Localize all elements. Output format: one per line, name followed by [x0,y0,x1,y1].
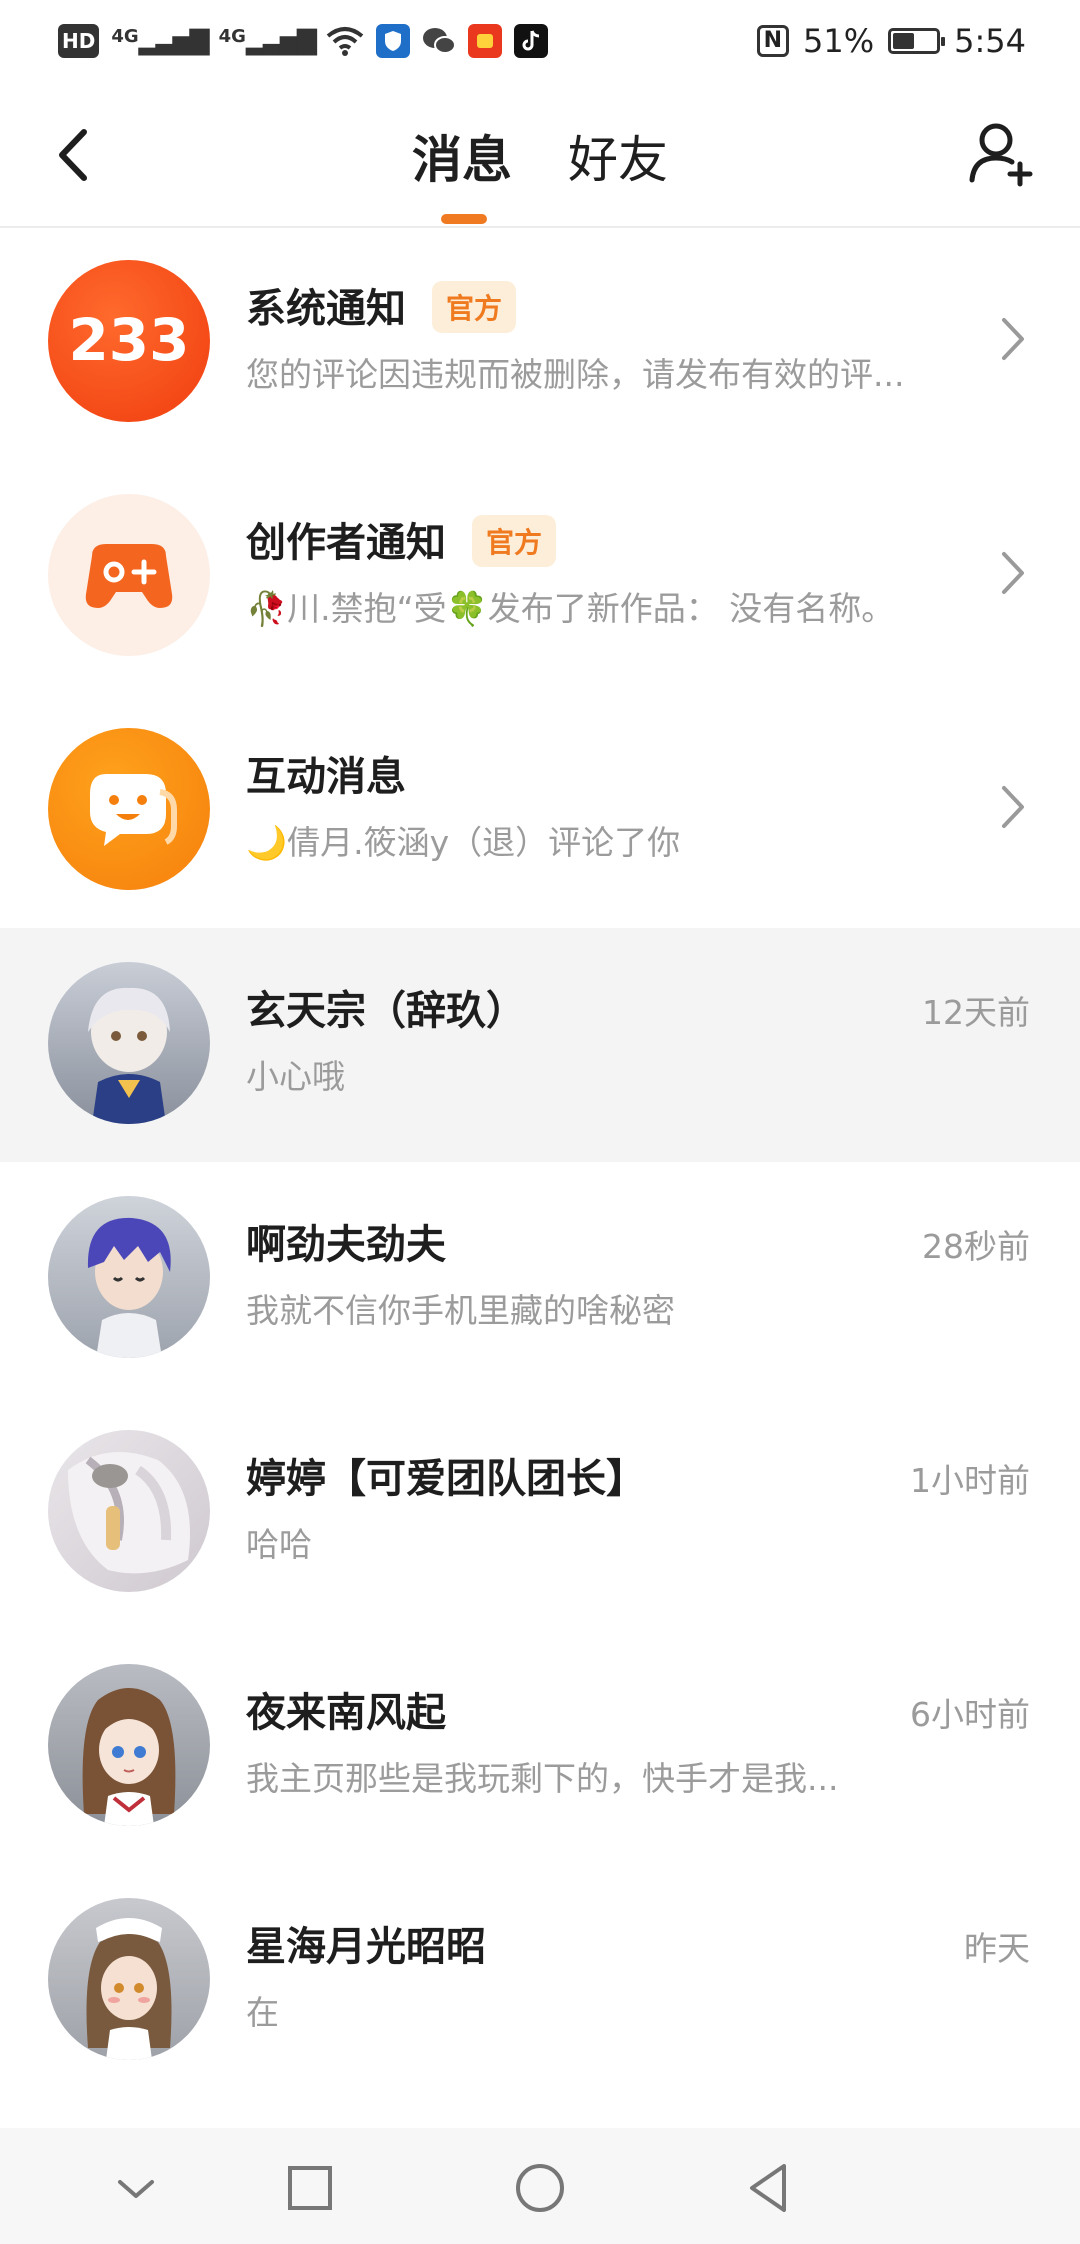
status-icons-right: N 51% 5:54 [756,18,1026,64]
home-circle-icon[interactable] [510,2158,570,2218]
chat-time: 28秒前 [922,1227,1030,1266]
wifi-icon [326,27,364,56]
battery-icon [888,28,946,54]
system-notice-avatar: 233 [48,260,210,422]
hd-icon: HD [58,24,100,58]
chevron-right-icon [1002,318,1024,360]
chat-preview: 我主页那些是我玩剩下的，快手才是我... [246,1759,839,1798]
chat-preview: 在 [246,1993,279,2032]
chat-item[interactable]: 玄天宗（辞玖） 小心哦 12天前 [0,928,1080,1162]
battery-percent: 51% [803,22,875,60]
signal-4g-label: 4G [218,26,246,47]
chat-item[interactable]: 啊劲夫劲夫 我就不信你手机里藏的啥秘密 28秒前 [0,1162,1080,1396]
avatar [48,1664,210,1826]
shield-app-icon [375,24,410,58]
recents-square-icon[interactable] [280,2158,340,2218]
character-avatar-image [87,1217,171,1358]
chat-item[interactable]: 夜来南风起 我主页那些是我玩剩下的，快手才是我... 6小时前 [0,1630,1080,1864]
chat-item[interactable]: 星海月光昭昭 在 昨天 [0,1864,1080,2098]
system-notice-preview: 您的评论因违规而被删除，请发布有效的评... [246,355,905,394]
character-avatar-image [88,987,170,1124]
creator-notice-title-text: 创作者通知 [246,520,446,566]
creator-notice-item[interactable]: 创作者通知 官方 🥀川.禁抱“受🍀发布了新作品： 没有名称。 [0,460,1080,694]
avatar [48,1430,210,1592]
chat-bubble-smile-icon [90,774,177,846]
signal-4g-icon: 4G▂▃▅▇ [111,26,209,56]
gamepad-icon [85,544,173,608]
avatar-233-text: 233 [68,306,189,374]
top-nav: 消息 好友 [0,82,1080,228]
system-notice-title: 系统通知 官方 [246,276,517,337]
chat-name: 夜来南风起 [246,1690,446,1736]
chat-item[interactable]: 婷婷【可爱团队团长】 哈哈 1小时前 [0,1396,1080,1630]
interaction-messages-avatar [48,728,210,890]
chat-name: 婷婷【可爱团队团长】 [246,1456,646,1502]
battery-level [893,33,915,49]
system-notice-title-text: 系统通知 [246,286,406,332]
avatar [48,1196,210,1358]
chat-time: 1小时前 [910,1461,1030,1500]
message-list: 233 系统通知 官方 您的评论因违规而被删除，请发布有效的评... 创作者通知官… [0,226,1080,2098]
avatar [48,1898,210,2060]
chat-time: 12天前 [922,993,1030,1032]
signal-4g-label: 4G [111,26,139,47]
status-icons-left: HD 4G▂▃▅▇ 4G▂▃▅▇ [58,18,548,64]
character-avatar-image [86,1918,172,2060]
logo-233-icon: 233 [68,306,189,374]
interaction-messages-preview: 🌙倩月.筱涵y（退）评论了你 [246,823,681,862]
clock: 5:54 [954,22,1026,60]
nfc-icon: N [756,25,790,57]
creator-notice-avatar [48,494,210,656]
back-button[interactable] [44,120,104,190]
chat-time: 6小时前 [910,1695,1030,1734]
tab-messages[interactable]: 消息 [412,120,512,192]
chat-name: 星海月光昭昭 [246,1924,486,1970]
chat-preview: 小心哦 [246,1057,345,1096]
chevron-right-icon [1002,786,1024,828]
status-bar: HD 4G▂▃▅▇ 4G▂▃▅▇ N 51% 5:54 [0,0,1080,82]
system-navigation-bar [0,2128,1080,2244]
interaction-messages-title: 互动消息 [246,754,406,800]
chat-preview: 哈哈 [246,1525,312,1564]
creator-notice-preview: 🥀川.禁抱“受🍀发布了新作品： 没有名称。 [246,589,895,628]
add-friend-button[interactable] [966,118,1036,188]
avatar [48,962,210,1124]
wechat-icon [422,28,456,54]
chevron-right-icon [1002,552,1024,594]
active-tab-indicator [441,214,487,224]
back-triangle-icon[interactable] [740,2158,800,2218]
chat-name: 啊劲夫劲夫 [246,1222,446,1268]
interaction-messages-item[interactable]: 互动消息 🌙倩月.筱涵y（退）评论了你 [0,694,1080,928]
video-app-icon [467,24,502,58]
chat-name: 玄天宗（辞玖） [246,988,526,1034]
character-avatar-image [82,1688,176,1826]
tab-friends[interactable]: 好友 [568,120,668,192]
tiktok-icon [513,24,548,58]
signal-4g-icon: 4G▂▃▅▇ [218,26,317,56]
chat-preview: 我就不信你手机里藏的啥秘密 [246,1291,675,1330]
chat-time: 昨天 [964,1929,1030,1968]
chevron-down-icon[interactable] [106,2158,166,2218]
creator-notice-title: 创作者通知 官方 [246,510,557,571]
system-notice-item[interactable]: 233 系统通知 官方 您的评论因违规而被删除，请发布有效的评... [0,226,1080,460]
official-badge: 官方 [472,515,557,567]
official-badge: 官方 [432,281,517,333]
character-avatar-image [68,1452,190,1574]
